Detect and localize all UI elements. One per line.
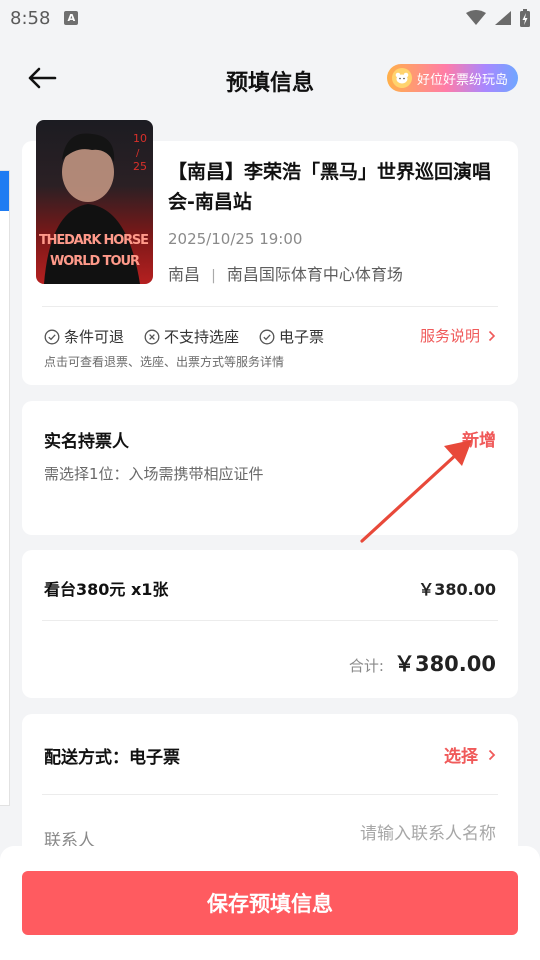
- brand-badge[interactable]: 好位好票纷玩岛: [386, 64, 518, 92]
- holder-hint: 需选择1位：入场需携带相应证件: [44, 465, 264, 483]
- event-venue: 南昌国际体育中心体育场: [226, 265, 403, 284]
- chevron-right-icon: [488, 330, 496, 341]
- total-row: 合计: ￥380.00: [349, 648, 496, 678]
- event-poster: 10 / 25 THEDARK HORSE WORLD TOUR: [36, 120, 153, 284]
- status-icons: [466, 9, 530, 27]
- poster-date-top: 10: [133, 132, 147, 145]
- poster-date-slash: /: [136, 148, 140, 159]
- footer-bar: 保存预填信息: [0, 846, 540, 960]
- contact-name-input[interactable]: [276, 824, 496, 844]
- signal-icon: [495, 11, 511, 25]
- poster-date-bottom: 25: [133, 160, 147, 173]
- holder-title: 实名持票人: [44, 432, 129, 452]
- divider: [42, 620, 498, 621]
- service-tag-no-seat-selection: 不支持选座: [144, 326, 239, 347]
- poster-line-2: WORLD TOUR: [50, 254, 140, 269]
- service-tag-label: 电子票: [279, 328, 325, 346]
- save-prefill-button[interactable]: 保存预填信息: [22, 871, 518, 935]
- total-label: 合计:: [348, 657, 384, 675]
- battery-icon: [520, 9, 530, 27]
- event-location: 南昌 | 南昌国际体育中心体育场: [168, 261, 403, 285]
- price-card: 看台380元 x1张 ￥380.00 合计: ￥380.00: [22, 550, 518, 698]
- x-circle-icon: [144, 329, 160, 344]
- notification-icon: A: [64, 11, 79, 25]
- event-card[interactable]: 10 / 25 THEDARK HORSE WORLD TOUR 【南昌】李荣浩…: [22, 120, 518, 385]
- divider: [42, 306, 498, 307]
- ticket-tier-label: 看台380元 x1张: [44, 580, 169, 599]
- side-panel-edge[interactable]: [0, 170, 10, 806]
- divider: [42, 794, 498, 795]
- service-tag-label: 条件可退: [64, 328, 125, 346]
- service-info-link[interactable]: 服务说明: [420, 325, 496, 346]
- service-hint: 点击可查看退票、选座、出票方式等服务详情: [44, 355, 285, 369]
- event-datetime: 2025/10/25 19:00: [168, 230, 303, 248]
- brand-badge-label: 好位好票纷玩岛: [416, 72, 508, 88]
- delivery-select-label: 选择: [444, 747, 478, 767]
- delivery-method-label: 配送方式：电子票: [44, 748, 180, 768]
- ticket-price: ￥380.00: [418, 580, 496, 599]
- check-circle-icon: [259, 329, 275, 344]
- event-title: 【南昌】李荣浩「黑马」世界巡回演唱会-南昌站: [168, 161, 492, 213]
- chevron-right-icon: [488, 749, 496, 760]
- service-info-label: 服务说明: [419, 327, 480, 345]
- check-circle-icon: [44, 329, 60, 344]
- poster-line-1: THEDARK HORSE: [39, 233, 149, 248]
- ticket-holder-card: 实名持票人 新增 需选择1位：入场需携带相应证件: [22, 401, 518, 535]
- event-city: 南昌: [168, 265, 201, 284]
- wifi-icon: [466, 10, 486, 25]
- total-value: ￥380.00: [393, 652, 496, 676]
- delivery-select-button[interactable]: 选择: [444, 742, 496, 767]
- add-holder-button[interactable]: 新增: [462, 426, 496, 451]
- service-tag-refundable: 条件可退: [44, 326, 124, 347]
- nav-bar: 预填信息 好位好票纷玩岛: [0, 50, 540, 108]
- status-bar: 8:58 A: [0, 0, 540, 36]
- service-tag-e-ticket: 电子票: [259, 326, 324, 347]
- delivery-card: 配送方式：电子票 选择 联系人: [22, 714, 518, 864]
- location-separator: |: [211, 268, 216, 284]
- bear-icon: [391, 68, 412, 88]
- status-time: 8:58: [10, 7, 51, 29]
- service-tag-label: 不支持选座: [164, 328, 240, 346]
- service-tags: 条件可退 不支持选座 电子票: [44, 326, 324, 347]
